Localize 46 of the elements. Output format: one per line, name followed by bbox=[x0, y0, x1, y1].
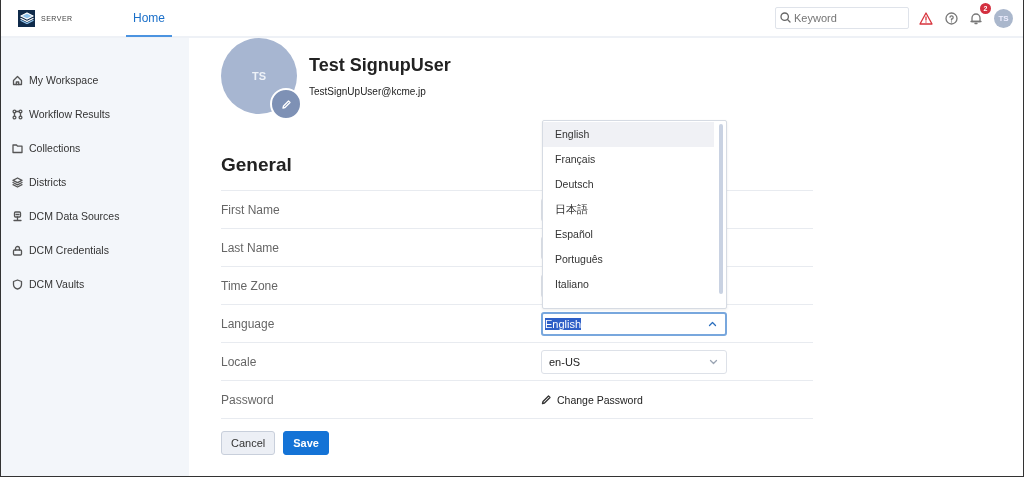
save-button[interactable]: Save bbox=[283, 431, 329, 455]
home-icon bbox=[12, 74, 23, 86]
nodes-icon bbox=[12, 108, 23, 120]
cancel-button[interactable]: Cancel bbox=[221, 431, 276, 455]
dropdown-option[interactable]: Français bbox=[543, 146, 714, 172]
chevron-up-icon bbox=[708, 320, 717, 327]
layers-icon bbox=[12, 176, 23, 188]
pencil-icon bbox=[280, 98, 292, 110]
dropdown-option[interactable]: Español bbox=[543, 221, 714, 247]
field-label: Last Name bbox=[221, 240, 281, 255]
dropdown-option[interactable]: Deutsch bbox=[543, 171, 714, 197]
change-password-link[interactable]: Change Password bbox=[541, 393, 643, 406]
field-label: First Name bbox=[221, 202, 281, 217]
shield-icon bbox=[12, 278, 23, 290]
dropdown-option[interactable]: 日本語 bbox=[543, 196, 714, 222]
section-title: General bbox=[221, 154, 292, 176]
field-label: Language bbox=[221, 316, 276, 331]
bell-icon[interactable] bbox=[970, 11, 982, 25]
search-field[interactable]: Keyword bbox=[775, 7, 909, 29]
sidebar-item[interactable]: Collections bbox=[1, 131, 189, 165]
help-icon[interactable] bbox=[945, 11, 958, 25]
warning-icon[interactable] bbox=[919, 11, 933, 25]
sidebar-item[interactable]: My Workspace bbox=[1, 63, 189, 97]
sidebar-item[interactable]: Workflow Results bbox=[1, 97, 189, 131]
field-label: Password bbox=[221, 392, 275, 407]
sidebar-item[interactable]: DCM Vaults bbox=[1, 267, 189, 301]
field-label: Time Zone bbox=[221, 278, 279, 293]
profile-avatar: TS bbox=[221, 38, 297, 114]
dropdown-option[interactable]: Português bbox=[543, 246, 714, 272]
server-icon bbox=[12, 210, 23, 222]
dropdown-option[interactable]: Italiano bbox=[543, 271, 714, 297]
sidebar-item[interactable]: Districts bbox=[1, 165, 189, 199]
dropdown-option[interactable]: English bbox=[543, 121, 714, 147]
chevron-down-icon bbox=[709, 358, 718, 365]
sidebar-item[interactable]: DCM Credentials bbox=[1, 233, 189, 267]
field-label: Locale bbox=[221, 354, 258, 369]
select-field[interactable]: English bbox=[541, 311, 727, 336]
user-email: TestSignUpUser@kcme.jp bbox=[309, 86, 427, 97]
search-icon bbox=[780, 12, 791, 23]
sidebar-item[interactable]: DCM Data Sources bbox=[1, 199, 189, 233]
pencil-icon bbox=[541, 394, 552, 405]
select-field[interactable]: en-US bbox=[541, 349, 727, 374]
folder-icon bbox=[12, 142, 23, 154]
user-name: Test SignupUser bbox=[309, 55, 451, 76]
scrollbar[interactable] bbox=[719, 123, 723, 294]
lock-icon bbox=[12, 244, 23, 256]
